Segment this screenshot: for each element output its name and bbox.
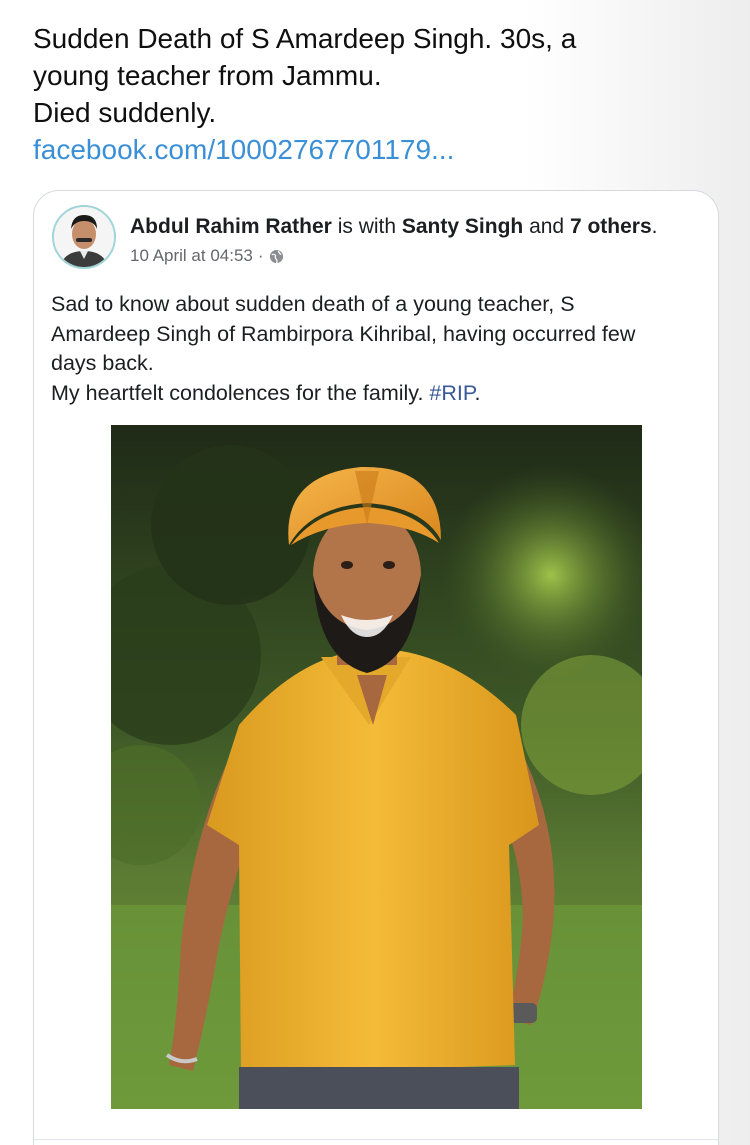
post-date[interactable]: 10 April at 04:53 bbox=[130, 246, 253, 266]
card-divider bbox=[34, 1139, 718, 1140]
post-line: My heartfelt condolences for the family.… bbox=[51, 379, 701, 409]
post-line: Sad to know about sudden death of a youn… bbox=[51, 292, 575, 316]
tagged-person[interactable]: Santy Singh bbox=[402, 215, 523, 238]
facebook-post-card[interactable]: Abdul Rahim Rather is with Santy Singh a… bbox=[33, 190, 719, 1145]
tweet-line: Sudden Death of S Amardeep Singh. 30s, a bbox=[33, 23, 577, 54]
avatar[interactable] bbox=[52, 205, 116, 269]
meta-separator: · bbox=[257, 246, 264, 265]
photo-illustration bbox=[111, 425, 642, 1109]
screenshot: Sudden Death of S Amardeep Singh. 30s, a… bbox=[0, 0, 750, 1145]
tagged-others[interactable]: 7 others bbox=[570, 215, 652, 238]
post-body: Sad to know about sudden death of a youn… bbox=[51, 290, 701, 408]
hashtag-link[interactable]: #RIP bbox=[429, 381, 474, 405]
condolence-text: My heartfelt condolences for the family. bbox=[51, 380, 430, 405]
post-photo[interactable] bbox=[111, 425, 642, 1109]
tweet-text: Sudden Death of S Amardeep Singh. 30s, a… bbox=[33, 20, 723, 168]
tweet-line: young teacher from Jammu. bbox=[33, 60, 382, 91]
globe-icon bbox=[269, 249, 284, 264]
period: . bbox=[474, 380, 481, 405]
with-text: is with bbox=[331, 215, 402, 238]
post-header: Abdul Rahim Rather is with Santy Singh a… bbox=[130, 215, 710, 239]
post-line: days back. bbox=[51, 351, 154, 375]
author-name[interactable]: Abdul Rahim Rather bbox=[130, 215, 332, 238]
tweet-link[interactable]: facebook.com/10002767701179... bbox=[33, 131, 723, 168]
author-photo bbox=[54, 207, 114, 267]
tweet-line: Died suddenly. bbox=[33, 97, 217, 128]
period: . bbox=[651, 215, 658, 238]
post-meta: 10 April at 04:53 · bbox=[130, 246, 284, 266]
post-line: Amardeep Singh of Rambirpora Kihribal, h… bbox=[51, 321, 636, 346]
and-text: and bbox=[523, 215, 570, 238]
